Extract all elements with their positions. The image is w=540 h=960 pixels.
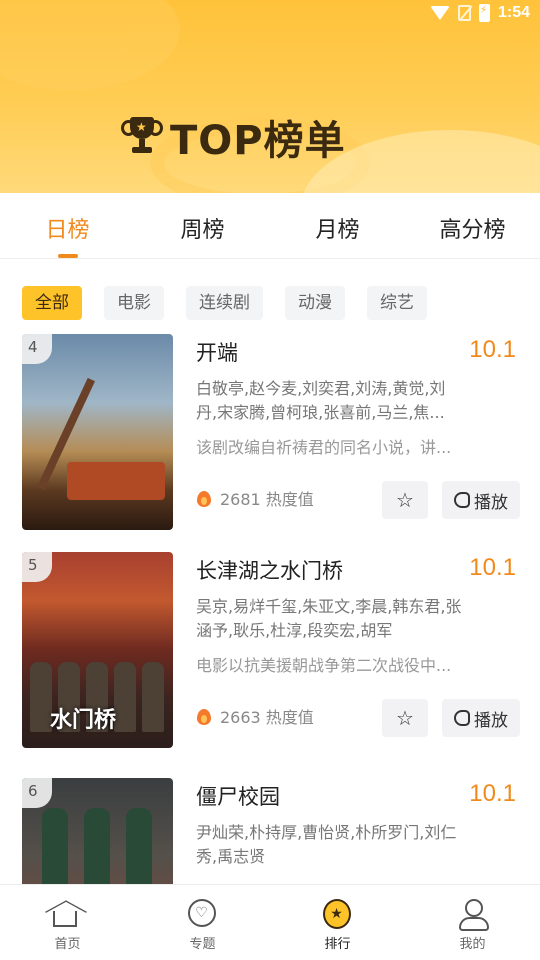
- rank-badge: 5: [22, 552, 52, 582]
- heat-value: 2663 热度值: [196, 704, 314, 728]
- home-icon: [52, 911, 77, 927]
- heat-text: 2681 热度值: [220, 490, 314, 509]
- filter-variety[interactable]: 综艺: [367, 286, 427, 320]
- page-title: ★ TOP榜单: [121, 108, 346, 166]
- list-item[interactable]: 4 开端 10.1 白敬亭,赵今麦,刘奕君,刘涛,黄觉,刘丹,宋家腾,曾柯琅,张…: [0, 334, 540, 534]
- filter-movie[interactable]: 电影: [104, 286, 164, 320]
- status-bar: 1:54: [0, 0, 540, 30]
- nav-ranking[interactable]: ★ 排行: [270, 885, 405, 960]
- nav-label: 我的: [459, 937, 486, 952]
- flame-icon: [196, 707, 212, 725]
- category-filters: 全部 电影 连续剧 动漫 综艺: [22, 286, 427, 320]
- bottom-navigation: 首页 ♡ 专题 ★ 排行 我的: [0, 884, 540, 960]
- poster-image[interactable]: 水门桥 5: [22, 552, 173, 748]
- header-banner: 1:54 ★ TOP榜单: [0, 0, 540, 193]
- item-cast: 吴京,易烊千玺,朱亚文,李晨,韩东君,张涵予,耿乐,杜淳,段奕宏,胡军: [196, 597, 462, 640]
- list-item[interactable]: 水门桥 5 长津湖之水门桥 10.1 吴京,易烊千玺,朱亚文,李晨,韩东君,张涵…: [0, 552, 540, 752]
- ranking-list: 4 开端 10.1 白敬亭,赵今麦,刘奕君,刘涛,黄觉,刘丹,宋家腾,曾柯琅,张…: [0, 334, 540, 884]
- heat-text: 2663 热度值: [220, 708, 314, 727]
- status-time: 1:54: [497, 4, 530, 21]
- item-cast: 尹灿荣,朴持厚,曹怡贤,朴所罗门,刘仁秀,禹志贤: [196, 823, 457, 866]
- nav-home[interactable]: 首页: [0, 885, 135, 960]
- star-icon: ☆: [396, 706, 414, 730]
- ranking-icon: ★: [322, 899, 351, 929]
- nav-label: 专题: [189, 937, 216, 952]
- banner-title-text: TOP榜单: [170, 118, 346, 164]
- play-button[interactable]: 播放: [442, 481, 520, 519]
- play-label: 播放: [474, 710, 508, 731]
- play-button[interactable]: 播放: [442, 699, 520, 737]
- item-cast: 白敬亭,赵今麦,刘奕君,刘涛,黄觉,刘丹,宋家腾,曾柯琅,张喜前,马兰,焦...: [196, 379, 446, 422]
- profile-icon: [458, 899, 489, 931]
- item-score: 10.1: [469, 780, 516, 807]
- tab-weekly[interactable]: 周榜: [135, 193, 270, 258]
- battery-charging-icon: [478, 4, 490, 22]
- nav-label: 排行: [324, 937, 351, 952]
- favorite-button[interactable]: ☆: [382, 699, 428, 737]
- rank-badge: 6: [22, 778, 52, 808]
- nav-profile[interactable]: 我的: [405, 885, 540, 960]
- no-sim-icon: [457, 5, 471, 21]
- tab-high-score[interactable]: 高分榜: [405, 193, 540, 258]
- poster-image[interactable]: 6: [22, 778, 173, 884]
- play-icon: [454, 492, 470, 508]
- poster-title: 水门桥: [50, 707, 117, 733]
- item-score: 10.1: [469, 554, 516, 581]
- heat-value: 2681 热度值: [196, 486, 314, 510]
- filter-anime[interactable]: 动漫: [285, 286, 345, 320]
- wifi-icon: [429, 6, 450, 20]
- nav-label: 首页: [54, 937, 81, 952]
- flame-icon: [196, 489, 212, 507]
- item-description: 该剧改编自祈祷君的同名小说，讲...: [196, 438, 452, 457]
- nav-topics[interactable]: ♡ 专题: [135, 885, 270, 960]
- heart-icon: ♡: [187, 899, 216, 927]
- star-icon: ☆: [396, 488, 414, 512]
- item-description: 电影以抗美援朝战争第二次战役中...: [196, 656, 452, 675]
- filter-all[interactable]: 全部: [22, 286, 82, 320]
- filter-series[interactable]: 连续剧: [186, 286, 263, 320]
- favorite-button[interactable]: ☆: [382, 481, 428, 519]
- play-label: 播放: [474, 492, 508, 513]
- tab-monthly[interactable]: 月榜: [270, 193, 405, 258]
- play-icon: [454, 710, 470, 726]
- tab-daily[interactable]: 日榜: [0, 193, 135, 258]
- rank-badge: 4: [22, 334, 52, 364]
- item-score: 10.1: [469, 336, 516, 363]
- trophy-icon: ★: [121, 117, 163, 157]
- ranking-tabs: 日榜 周榜 月榜 高分榜: [0, 193, 540, 259]
- poster-image[interactable]: 4: [22, 334, 173, 530]
- list-item[interactable]: 6 僵尸校园 10.1 尹灿荣,朴持厚,曹怡贤,朴所罗门,刘仁秀,禹志贤: [0, 778, 540, 884]
